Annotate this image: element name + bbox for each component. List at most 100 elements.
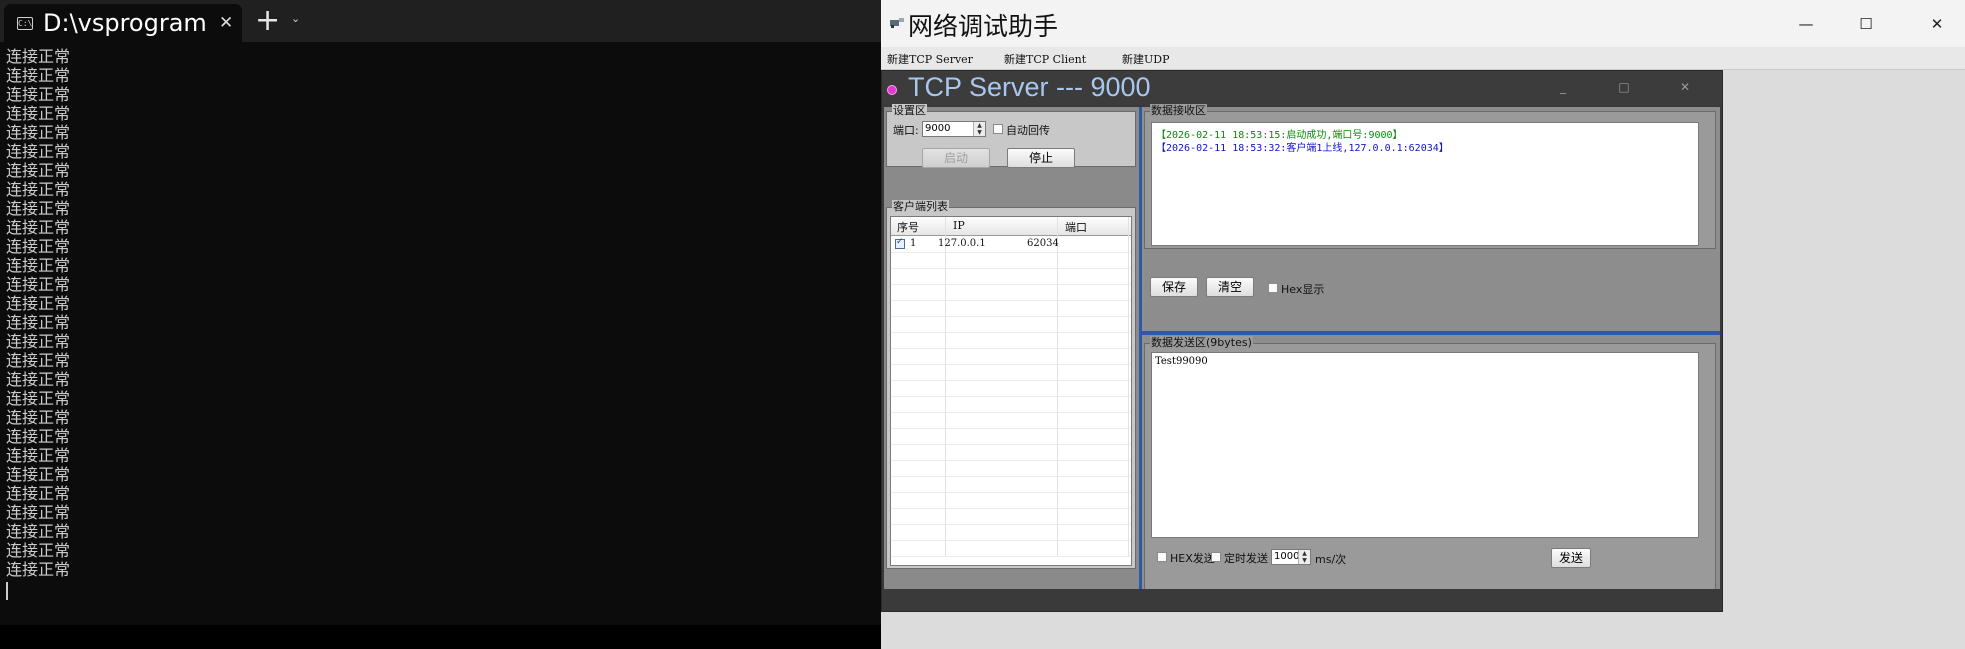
row-divider — [891, 524, 1131, 525]
terminal-line: 连接正常 — [6, 125, 71, 142]
menu-new-tcp-client[interactable]: 新建TCP Client — [1004, 51, 1086, 67]
terminal-line: 连接正常 — [6, 49, 71, 66]
child-status-bar — [882, 589, 1722, 611]
close-tab-icon[interactable]: ✕ — [219, 13, 233, 33]
terminal-line: 连接正常 — [6, 543, 71, 560]
menu-bar: 新建TCP Server 新建TCP Client 新建UDP — [881, 47, 1965, 70]
terminal-line: 连接正常 — [6, 524, 71, 541]
chevron-down-icon[interactable]: ⌄ — [291, 12, 300, 25]
terminal-line: 连接正常 — [6, 372, 71, 389]
row-divider — [891, 300, 1131, 301]
save-button[interactable]: 保存 — [1150, 277, 1198, 297]
terminal-line: 连接正常 — [6, 353, 71, 370]
spin-arrows-icon[interactable]: ▲ ▼ — [973, 122, 985, 136]
terminal-line: 连接正常 — [6, 315, 71, 332]
send-text: Test99090 — [1155, 356, 1208, 367]
new-tab-button[interactable]: + — [255, 6, 280, 36]
terminal-line: 连接正常 — [6, 505, 71, 522]
terminal-line: 连接正常 — [6, 277, 71, 294]
receive-textarea[interactable]: 【2026-02-11 18:53:15:启动成功,端口号:9000】 【2026… — [1151, 122, 1699, 246]
row-divider — [891, 412, 1131, 413]
client-list-group: 客户端列表 序号 IP 端口 1 127.0.0.1 62034 — [886, 200, 1136, 569]
row-divider — [891, 396, 1131, 397]
cell-ip: 127.0.0.1 — [938, 238, 986, 249]
maximize-button[interactable]: ☐ — [1841, 10, 1891, 38]
terminal-tab[interactable]: C:\ D:\vsprogram ✕ — [4, 4, 242, 42]
terminal-line: 连接正常 — [6, 296, 71, 313]
col-header-ip[interactable]: IP — [953, 219, 965, 232]
menu-new-udp[interactable]: 新建UDP — [1122, 51, 1170, 67]
hex-send-checkbox[interactable] — [1157, 552, 1167, 562]
row-divider — [891, 428, 1131, 429]
client-list-group-title: 客户端列表 — [892, 200, 949, 214]
cell-no: 1 — [910, 238, 917, 249]
row-divider — [891, 476, 1131, 477]
row-divider — [891, 508, 1131, 509]
terminal-line: 连接正常 — [6, 258, 71, 275]
interval-input[interactable]: 1000 ▲ ▼ — [1271, 549, 1311, 565]
terminal-line: 连接正常 — [6, 106, 71, 123]
terminal-line: 连接正常 — [6, 429, 71, 446]
row-divider — [891, 316, 1131, 317]
send-group-title: 数据发送区(9bytes) — [1150, 336, 1253, 350]
interval-unit: ms/次 — [1315, 553, 1347, 566]
status-dot-icon — [887, 85, 897, 95]
net-assistant-window: 网络调试助手 — ☐ ✕ 新建TCP Server 新建TCP Client 新… — [881, 0, 1965, 649]
close-button[interactable]: ✕ — [1912, 10, 1962, 38]
timer-send-checkbox[interactable] — [1211, 552, 1221, 562]
terminal-line: 连接正常 — [6, 562, 71, 579]
app-title: 网络调试助手 — [908, 12, 1059, 41]
row-divider — [891, 380, 1131, 381]
terminal-line: 连接正常 — [6, 87, 71, 104]
row-divider — [891, 556, 1131, 557]
send-textarea[interactable]: Test99090 — [1151, 352, 1699, 538]
terminal-line: 连接正常 — [6, 68, 71, 85]
clear-button[interactable]: 清空 — [1206, 277, 1254, 297]
auto-echo-checkbox[interactable] — [993, 124, 1003, 134]
hex-send-label: HEX发送 — [1170, 552, 1215, 565]
client-table[interactable]: 序号 IP 端口 1 127.0.0.1 62034 — [890, 216, 1132, 566]
right-panel: 数据接收区 【2026-02-11 18:53:15:启动成功,端口号:9000… — [1142, 104, 1720, 601]
child-maximize-button[interactable]: □ — [1613, 79, 1635, 95]
left-panel: 设置区 端口: 9000 ▲ ▼ 自动回传 启动 停止 客户端列表 序号 IP … — [884, 104, 1139, 601]
client-checkbox[interactable] — [895, 237, 905, 249]
menu-new-tcp-server[interactable]: 新建TCP Server — [887, 51, 973, 67]
stop-button[interactable]: 停止 — [1007, 148, 1075, 168]
spin-arrows-icon[interactable]: ▲ ▼ — [1298, 550, 1310, 564]
mdi-area: TCP Server --- 9000 _ □ ✕ 设置区 端口: 9000 ▲… — [881, 70, 1965, 649]
receive-group: 数据接收区 【2026-02-11 18:53:15:启动成功,端口号:9000… — [1144, 104, 1716, 249]
port-input[interactable]: 9000 ▲ ▼ — [922, 121, 986, 137]
receive-line: 【2026-02-11 18:53:32:客户端1上线,127.0.0.1:62… — [1156, 143, 1449, 154]
row-divider — [891, 364, 1131, 365]
child-minimize-button[interactable]: _ — [1552, 79, 1574, 95]
terminal-icon: C:\ — [17, 16, 33, 30]
terminal-line: 连接正常 — [6, 201, 71, 218]
child-body: 设置区 端口: 9000 ▲ ▼ 自动回传 启动 停止 客户端列表 序号 IP … — [884, 104, 1720, 601]
horizontal-splitter[interactable] — [1142, 331, 1720, 335]
terminal-line: 连接正常 — [6, 391, 71, 408]
terminal-line: 连接正常 — [6, 410, 71, 427]
terminal-line: 连接正常 — [6, 334, 71, 351]
terminal-line: 连接正常 — [6, 467, 71, 484]
cell-port: 62034 — [1027, 238, 1059, 249]
send-button[interactable]: 发送 — [1551, 548, 1591, 568]
row-divider — [891, 348, 1131, 349]
start-button[interactable]: 启动 — [922, 148, 990, 168]
row-divider — [891, 460, 1131, 461]
row-divider — [891, 252, 1131, 253]
child-close-button[interactable]: ✕ — [1674, 79, 1696, 95]
timer-send-label: 定时发送 — [1224, 552, 1268, 565]
col-header-port[interactable]: 端口 — [1065, 219, 1087, 235]
terminal-output[interactable]: 连接正常 连接正常 连接正常 连接正常 连接正常 连接正常 连接正常 连接正常 连接正常 连接正常… — [6, 48, 70, 580]
hex-display-checkbox[interactable] — [1268, 283, 1278, 293]
receive-group-title: 数据接收区 — [1150, 104, 1207, 118]
text-cursor — [6, 582, 8, 600]
row-divider — [891, 332, 1131, 333]
interval-value: 1000 — [1274, 551, 1300, 562]
row-divider — [891, 492, 1131, 493]
terminal-line: 连接正常 — [6, 486, 71, 503]
terminal-bottom-bar — [0, 625, 881, 649]
minimize-button[interactable]: — — [1781, 10, 1831, 38]
terminal-line: 连接正常 — [6, 448, 71, 465]
col-header-no[interactable]: 序号 — [897, 219, 919, 235]
